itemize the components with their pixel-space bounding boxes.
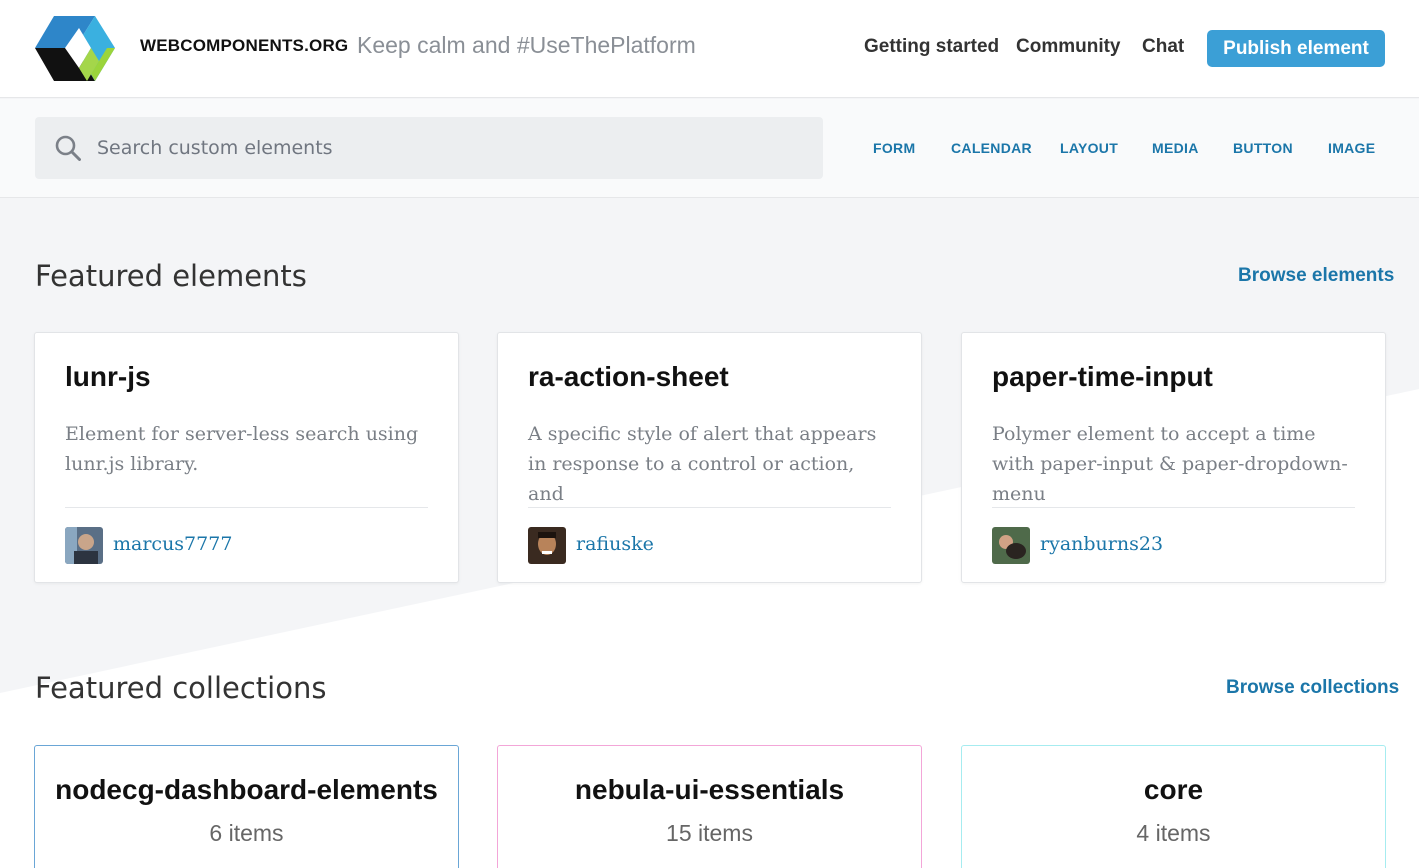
divider: [65, 507, 428, 508]
collection-name[interactable]: nebula-ui-essentials: [498, 774, 921, 806]
avatar[interactable]: [528, 527, 566, 564]
divider: [992, 507, 1355, 508]
collection-count: 6 items: [209, 820, 284, 846]
avatar[interactable]: [65, 527, 103, 564]
author-link[interactable]: ryanburns23: [1040, 533, 1163, 555]
collection-count: 4 items: [1136, 820, 1211, 846]
publish-element-button[interactable]: Publish element: [1207, 30, 1385, 67]
collection-count: 15 items: [666, 820, 753, 846]
browse-elements-link[interactable]: Browse elements: [1238, 265, 1394, 287]
tag-media[interactable]: MEDIA: [1152, 140, 1199, 156]
collection-name[interactable]: nodecg-dashboard-elements: [35, 774, 458, 806]
divider: [528, 507, 891, 508]
tag-button[interactable]: BUTTON: [1233, 140, 1293, 156]
search-bar: FORM CALENDAR LAYOUT MEDIA BUTTON IMAGE: [0, 99, 1419, 198]
tag-calendar[interactable]: CALENDAR: [951, 140, 1032, 156]
nav-community[interactable]: Community: [1016, 36, 1121, 58]
featured-elements-title: Featured elements: [35, 259, 307, 293]
nav-getting-started[interactable]: Getting started: [864, 36, 999, 58]
author-link[interactable]: marcus7777: [113, 533, 232, 555]
author-link[interactable]: rafiuske: [576, 533, 654, 555]
featured-collections-title: Featured collections: [35, 671, 327, 705]
search-input[interactable]: [97, 117, 797, 179]
nav-chat[interactable]: Chat: [1142, 36, 1184, 58]
tag-image[interactable]: IMAGE: [1328, 140, 1375, 156]
tag-form[interactable]: FORM: [873, 140, 915, 156]
webcomponents-logo-icon[interactable]: [35, 16, 115, 81]
collection-card[interactable]: nebula-ui-essentials 15 items: [497, 745, 922, 868]
element-description: A specific style of alert that appears i…: [528, 423, 877, 505]
collection-card[interactable]: core 4 items: [961, 745, 1386, 868]
collection-card[interactable]: nodecg-dashboard-elements 6 items: [34, 745, 459, 868]
avatar[interactable]: [992, 527, 1030, 564]
search-icon: [55, 135, 81, 161]
element-card[interactable]: ra-action-sheet A specific style of aler…: [497, 332, 922, 583]
element-name[interactable]: paper-time-input: [992, 361, 1213, 393]
search-box[interactable]: [35, 117, 823, 179]
element-card[interactable]: paper-time-input Polymer element to acce…: [961, 332, 1386, 583]
site-header: WEBCOMPONENTS.ORG Keep calm and #UseTheP…: [0, 0, 1419, 98]
tag-layout[interactable]: LAYOUT: [1060, 140, 1118, 156]
brand-name[interactable]: WEBCOMPONENTS.ORG: [140, 36, 348, 56]
element-name[interactable]: ra-action-sheet: [528, 361, 729, 393]
element-description: Element for server-less search using lun…: [65, 423, 419, 475]
collection-name[interactable]: core: [962, 774, 1385, 806]
element-name[interactable]: lunr-js: [65, 361, 151, 393]
element-card[interactable]: lunr-js Element for server-less search u…: [34, 332, 459, 583]
browse-collections-link[interactable]: Browse collections: [1226, 677, 1399, 699]
tagline: Keep calm and #UseThePlatform: [357, 32, 696, 58]
element-description: Polymer element to accept a time with pa…: [992, 423, 1348, 505]
